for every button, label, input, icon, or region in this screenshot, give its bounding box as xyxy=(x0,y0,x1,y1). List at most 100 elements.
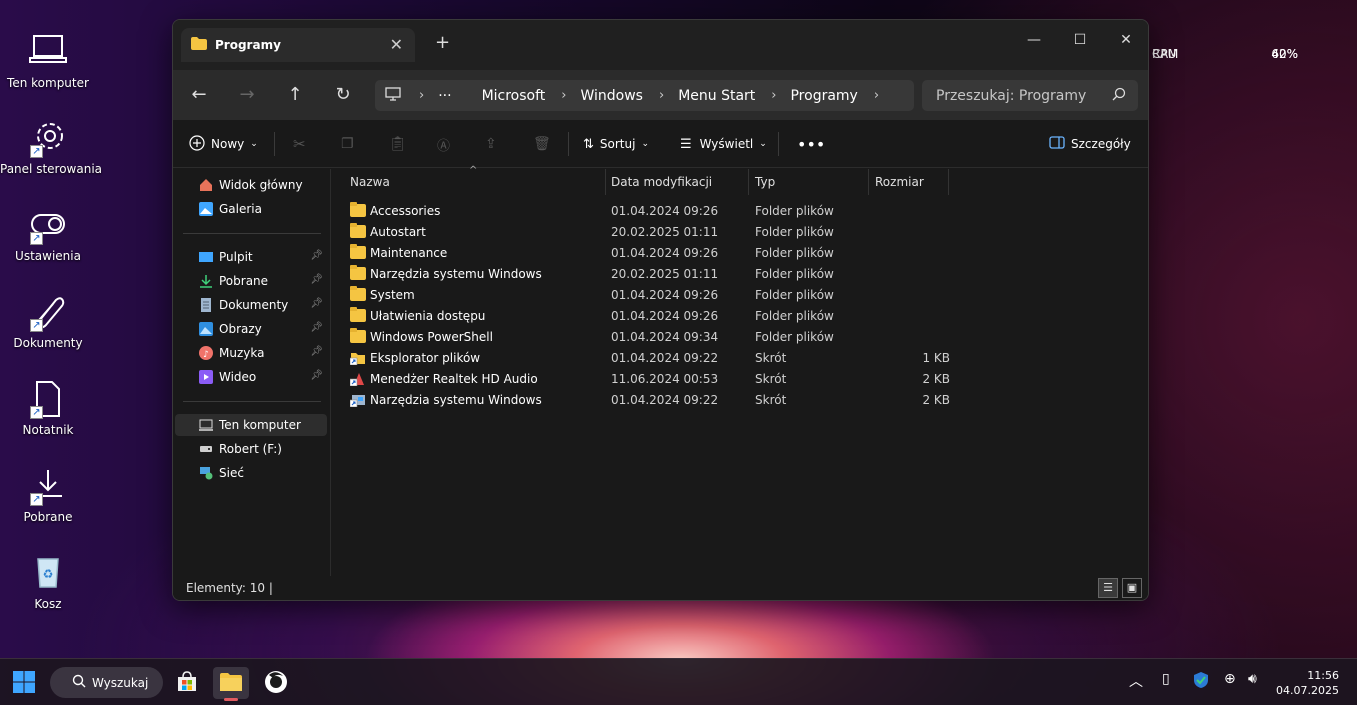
computer-icon xyxy=(28,32,68,72)
desktop-icon-recycle-bin[interactable]: ♻ Kosz xyxy=(0,553,96,611)
forward-button[interactable]: → xyxy=(231,79,263,111)
firefox-button[interactable] xyxy=(258,667,294,699)
file-type: Folder plików xyxy=(755,287,834,302)
sidebar-item-drive-f[interactable]: Robert (F:) xyxy=(175,438,327,460)
pin-icon[interactable]: 📌︎ xyxy=(310,298,323,309)
new-button[interactable]: Nowy ⌄ xyxy=(189,132,258,156)
desktop-icon-control-panel[interactable]: ↗ Panel sterowania xyxy=(0,118,102,176)
desktop-icon-documents[interactable]: ↗ Dokumenty xyxy=(0,292,96,350)
usb-icon[interactable]: ▯ xyxy=(1162,671,1170,687)
view-lines-icon: ☰ xyxy=(680,136,692,152)
store-button[interactable] xyxy=(169,667,205,699)
file-explorer-taskbar-button[interactable] xyxy=(213,667,249,701)
start-button[interactable] xyxy=(6,667,42,699)
svg-text:♻: ♻ xyxy=(43,567,54,581)
paste-button[interactable]: 📋︎ xyxy=(389,132,407,156)
new-tab-button[interactable]: + xyxy=(435,32,450,53)
more-options-button[interactable]: ••• xyxy=(797,132,825,156)
pin-icon[interactable]: 📌︎ xyxy=(310,250,323,261)
maximize-button[interactable]: ☐ xyxy=(1057,26,1103,54)
shortcut-arrow-icon: ↗ xyxy=(30,319,43,332)
desktop-icon-settings[interactable]: ↗ Ustawienia xyxy=(0,205,96,263)
show-hidden-icons-button[interactable]: ︿ xyxy=(1129,671,1143,691)
file-type: Folder plików xyxy=(755,224,834,239)
close-window-button[interactable]: ✕ xyxy=(1103,26,1148,54)
sidebar-item-label: Obrazy xyxy=(219,322,262,336)
sidebar-item-this-pc[interactable]: Ten komputer xyxy=(175,414,327,436)
desktop-icon-notepad[interactable]: ↗ Notatnik xyxy=(0,379,96,437)
tab-programy[interactable]: Programy ✕ xyxy=(181,28,415,62)
breadcrumb-menu-start[interactable]: Menu Start xyxy=(678,88,755,104)
view-button[interactable]: ☰ Wyświetl ⌄ xyxy=(680,132,767,156)
file-row[interactable]: Autostart 20.02.2025 01:11 Folder plików xyxy=(344,221,1124,242)
chevron-right-icon[interactable]: › xyxy=(561,88,566,103)
cut-button[interactable]: ✂ xyxy=(293,132,306,156)
file-row[interactable]: Eksplorator plików 01.04.2024 09:22 Skró… xyxy=(344,347,1124,368)
minimize-button[interactable]: — xyxy=(1011,26,1057,54)
column-header-size[interactable]: Rozmiar xyxy=(869,169,949,195)
chevron-right-icon[interactable]: › xyxy=(659,88,664,103)
pin-icon[interactable]: 📌︎ xyxy=(310,370,323,381)
clock[interactable]: 11:56 04.07.2025 xyxy=(1276,668,1339,698)
sort-button[interactable]: ⇅ Sortuj ⌄ xyxy=(583,132,649,156)
rename-icon: Ⓐ xyxy=(437,138,451,154)
chevron-right-icon[interactable]: › xyxy=(874,88,879,103)
file-row[interactable]: Narzędzia systemu Windows 20.02.2025 01:… xyxy=(344,263,1124,284)
sidebar-item-downloads[interactable]: Pobrane 📌︎ xyxy=(175,270,327,292)
network-globe-icon[interactable]: ⊕ xyxy=(1224,671,1236,687)
sidebar-item-videos[interactable]: Wideo 📌︎ xyxy=(175,366,327,388)
file-row[interactable]: Menedżer Realtek HD Audio 11.06.2024 00:… xyxy=(344,368,1124,389)
sidebar-item-label: Robert (F:) xyxy=(219,442,282,456)
copy-button[interactable]: ❐ xyxy=(341,132,354,156)
defender-shield-icon[interactable] xyxy=(1192,671,1210,693)
file-type: Folder plików xyxy=(755,266,834,281)
delete-button[interactable]: 🗑︎ xyxy=(533,132,551,156)
sidebar-item-gallery[interactable]: Galeria xyxy=(175,198,327,220)
sidebar-item-documents[interactable]: Dokumenty 📌︎ xyxy=(175,294,327,316)
sidebar-item-desktop[interactable]: Pulpit 📌︎ xyxy=(175,246,327,268)
folder-icon xyxy=(219,672,243,695)
address-bar[interactable]: › ··· Microsoft › Windows › Menu Start ›… xyxy=(375,80,914,111)
file-date: 01.04.2024 09:26 xyxy=(611,287,719,302)
breadcrumb-microsoft[interactable]: Microsoft xyxy=(482,88,546,104)
rename-button[interactable]: Ⓐ xyxy=(437,132,450,156)
file-row[interactable]: Maintenance 01.04.2024 09:26 Folder plik… xyxy=(344,242,1124,263)
desktop-icon-this-pc[interactable]: Ten komputer xyxy=(0,32,96,90)
tiles-view-button[interactable]: ▣ xyxy=(1122,578,1142,598)
back-button[interactable]: ← xyxy=(183,79,215,111)
pin-icon[interactable]: 📌︎ xyxy=(310,322,323,333)
breadcrumb-programy[interactable]: Programy xyxy=(790,88,857,104)
pin-icon[interactable]: 📌︎ xyxy=(310,274,323,285)
file-row[interactable]: Windows PowerShell 01.04.2024 09:34 Fold… xyxy=(344,326,1124,347)
overflow-crumb[interactable]: ··· xyxy=(438,88,451,104)
chevron-right-icon[interactable]: › xyxy=(771,88,776,103)
details-view-button[interactable]: ☰ xyxy=(1098,578,1118,598)
desktop-icon-label: Ustawienia xyxy=(15,249,81,263)
file-row[interactable]: Accessories 01.04.2024 09:26 Folder plik… xyxy=(344,200,1124,221)
refresh-button[interactable]: ↻ xyxy=(327,79,359,111)
pin-icon[interactable]: 📌︎ xyxy=(310,346,323,357)
view-label: Wyświetl xyxy=(699,137,754,151)
share-button[interactable]: ⇪ xyxy=(485,132,497,156)
up-button[interactable]: ↑ xyxy=(279,79,311,111)
column-header-type[interactable]: Typ xyxy=(749,169,869,195)
file-row[interactable]: Ułatwienia dostępu 01.04.2024 09:26 Fold… xyxy=(344,305,1124,326)
volume-icon[interactable]: 🔊︎ xyxy=(1248,671,1257,687)
document-icon: ↗ xyxy=(28,379,68,419)
file-row[interactable]: Narzędzia systemu Windows 01.04.2024 09:… xyxy=(344,389,1124,410)
column-header-name[interactable]: Nazwa xyxy=(344,169,606,195)
column-header-date[interactable]: Data modyfikacji xyxy=(605,169,749,195)
details-pane-button[interactable]: Szczegóły xyxy=(1049,132,1131,156)
breadcrumb-windows[interactable]: Windows xyxy=(580,88,643,104)
file-row[interactable]: System 01.04.2024 09:26 Folder plików xyxy=(344,284,1124,305)
sidebar-item-music[interactable]: ♪ Muzyka 📌︎ xyxy=(175,342,327,364)
sidebar-item-home[interactable]: Widok główny xyxy=(175,174,327,196)
search-input[interactable]: Przeszukaj: Programy xyxy=(922,80,1138,111)
clipboard-icon: 📋︎ xyxy=(389,136,407,152)
close-tab-icon[interactable]: ✕ xyxy=(390,35,403,54)
shortcut-arrow-icon: ↗ xyxy=(30,145,43,158)
taskbar-search[interactable]: Wyszukaj xyxy=(50,667,163,698)
desktop-icon-downloads[interactable]: ↗ Pobrane xyxy=(0,466,96,524)
sidebar-item-network[interactable]: Sieć xyxy=(175,462,327,484)
sidebar-item-pictures[interactable]: Obrazy 📌︎ xyxy=(175,318,327,340)
